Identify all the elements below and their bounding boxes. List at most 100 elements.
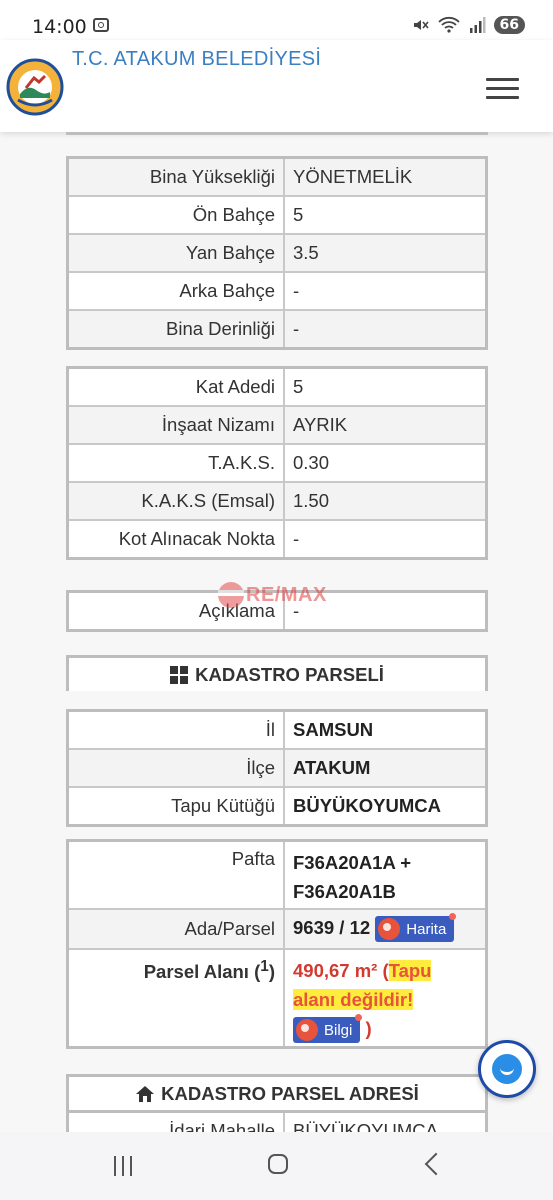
row-label: Pafta (66, 839, 285, 910)
row-label: İlçe (66, 748, 285, 788)
ada-parsel-text: 9639 / 12 (293, 916, 371, 938)
status-time: 14:00 (32, 16, 87, 38)
row-value: YÖNETMELİK (283, 156, 488, 197)
divider (66, 132, 488, 135)
back-button[interactable] (424, 1152, 448, 1176)
section-title: KADASTRO PARSEL ADRESİ (161, 1082, 419, 1104)
row-label: Kot Alınacak Nokta (66, 519, 285, 560)
parcel-area-label-end: ) (268, 961, 275, 983)
system-nav-bar (0, 1132, 553, 1200)
map-button-label: Harita (406, 920, 447, 938)
row-label: T.A.K.S. (66, 443, 285, 483)
parcel-table: Pafta F36A20A1A + F36A20A1B Ada/Parsel 9… (66, 839, 488, 1049)
row-label: İnşaat Nizamı (66, 405, 285, 445)
table-row: İlçe ATAKUM (66, 748, 488, 788)
watermark-text: RE/MAX (246, 583, 327, 606)
deed-area-warning: alanı değildir! (293, 989, 414, 1010)
table-row: Kat Adedi 5 (66, 366, 488, 407)
table-row: İnşaat Nizamı AYRIK (66, 405, 488, 445)
chat-assistant-button[interactable] (478, 1040, 536, 1098)
table-row: Parsel Alanı (1) 490,67 m² (Tapu alanı d… (66, 948, 488, 1049)
row-value: - (283, 271, 488, 311)
parcel-area-label-text: Parsel Alanı ( (143, 961, 261, 983)
watermark: RE/MAX (218, 582, 327, 608)
location-table: İl SAMSUN İlçe ATAKUM Tapu Kütüğü BÜYÜKO… (66, 709, 488, 827)
row-value: 3.5 (283, 233, 488, 273)
info-button-label: Bilgi (324, 1021, 353, 1039)
construction-table: Kat Adedi 5 İnşaat Nizamı AYRIK T.A.K.S.… (66, 366, 488, 560)
chat-icon (492, 1054, 522, 1084)
table-row: Bina Derinliği - (66, 309, 488, 350)
menu-bar-icon (486, 87, 519, 90)
section-title: KADASTRO PARSELİ (195, 663, 384, 685)
row-value: 0.30 (283, 443, 488, 483)
table-row: Kot Alınacak Nokta - (66, 519, 488, 560)
ada-parsel-value: 9639 / 12 Harita (283, 908, 488, 950)
address-section-heading: KADASTRO PARSEL ADRESİ (66, 1074, 488, 1110)
table-row: Yan Bahçe 3.5 (66, 233, 488, 273)
row-value: 5 (283, 366, 488, 407)
row-value: 1.50 (283, 481, 488, 521)
deed-area-warning: Tapu (388, 960, 432, 981)
row-label: Ön Bahçe (66, 195, 285, 235)
table-row: Arka Bahçe - (66, 271, 488, 311)
row-label: Ada/Parsel (66, 908, 285, 950)
parcel-area-number: 490,67 m² ( (293, 960, 389, 981)
row-value: - (283, 519, 488, 560)
row-value: BÜYÜKOYUMCA (283, 1110, 488, 1132)
footnote-marker[interactable]: 1 (260, 958, 269, 975)
row-value: 5 (283, 195, 488, 235)
screenshot-icon (93, 18, 109, 32)
row-label: Bina Derinliği (66, 309, 285, 350)
address-table: İdari Mahalle BÜYÜKOYUMCA (66, 1110, 488, 1132)
wifi-icon (437, 16, 460, 33)
row-label: Arka Bahçe (66, 271, 285, 311)
row-value: AYRIK (283, 405, 488, 445)
table-row: Ada/Parsel 9639 / 12 Harita (66, 908, 488, 950)
battery-level: 66 (493, 16, 525, 34)
recent-apps-button[interactable] (114, 1156, 132, 1176)
table-row: Bina Yüksekliği YÖNETMELİK (66, 156, 488, 197)
status-icons: 66 (412, 16, 525, 34)
parcel-area-value: 490,67 m² (Tapu alanı değildir! Bilgi ) (283, 948, 488, 1049)
globe-icon (296, 1019, 318, 1042)
table-row: Tapu Kütüğü BÜYÜKOYUMCA (66, 786, 488, 827)
home-icon (136, 1085, 155, 1102)
mute-icon (413, 20, 429, 30)
table-row: T.A.K.S. 0.30 (66, 443, 488, 483)
site-title[interactable]: T.C. ATAKUM BELEDİYESİ (72, 48, 321, 71)
globe-icon (378, 918, 401, 940)
row-value: - (283, 309, 488, 350)
row-value: BÜYÜKOYUMCA (283, 786, 488, 827)
cadastre-section-heading: KADASTRO PARSELİ (66, 655, 488, 691)
main-content: Bina Yüksekliği YÖNETMELİK Ön Bahçe 5 Ya… (0, 132, 553, 1132)
row-label: Yan Bahçe (66, 233, 285, 273)
grid-icon (170, 665, 189, 684)
table-row: K.A.K.S (Emsal) 1.50 (66, 481, 488, 521)
menu-toggle-button[interactable] (486, 78, 519, 100)
home-button[interactable] (268, 1154, 288, 1174)
row-label: İdari Mahalle (66, 1110, 285, 1132)
site-header: T.C. ATAKUM BELEDİYESİ (0, 40, 553, 132)
table-row: İl SAMSUN (66, 709, 488, 750)
row-label: Tapu Kütüğü (66, 786, 285, 827)
balloon-logo-icon (218, 582, 244, 608)
row-value: SAMSUN (283, 709, 488, 750)
info-button[interactable]: Bilgi (293, 1014, 363, 1044)
municipality-logo[interactable] (6, 58, 64, 116)
notification-dot-icon (449, 913, 457, 920)
row-label: Kat Adedi (66, 366, 285, 407)
setbacks-table: Bina Yüksekliği YÖNETMELİK Ön Bahçe 5 Ya… (66, 156, 488, 350)
parcel-area-close: ) (360, 1018, 372, 1039)
row-label: İl (66, 709, 285, 750)
pafta-value-line: F36A20A1B (293, 881, 396, 902)
menu-bar-icon (486, 78, 519, 81)
table-row: Pafta F36A20A1A + F36A20A1B (66, 839, 488, 910)
row-value: ATAKUM (283, 748, 488, 788)
parcel-area-label: Parsel Alanı (1) (66, 948, 285, 1049)
row-label: K.A.K.S (Emsal) (66, 481, 285, 521)
signal-icon (469, 17, 486, 33)
table-row: İdari Mahalle BÜYÜKOYUMCA (66, 1110, 488, 1132)
map-button[interactable]: Harita (375, 913, 457, 942)
row-label: Bina Yüksekliği (66, 156, 285, 197)
